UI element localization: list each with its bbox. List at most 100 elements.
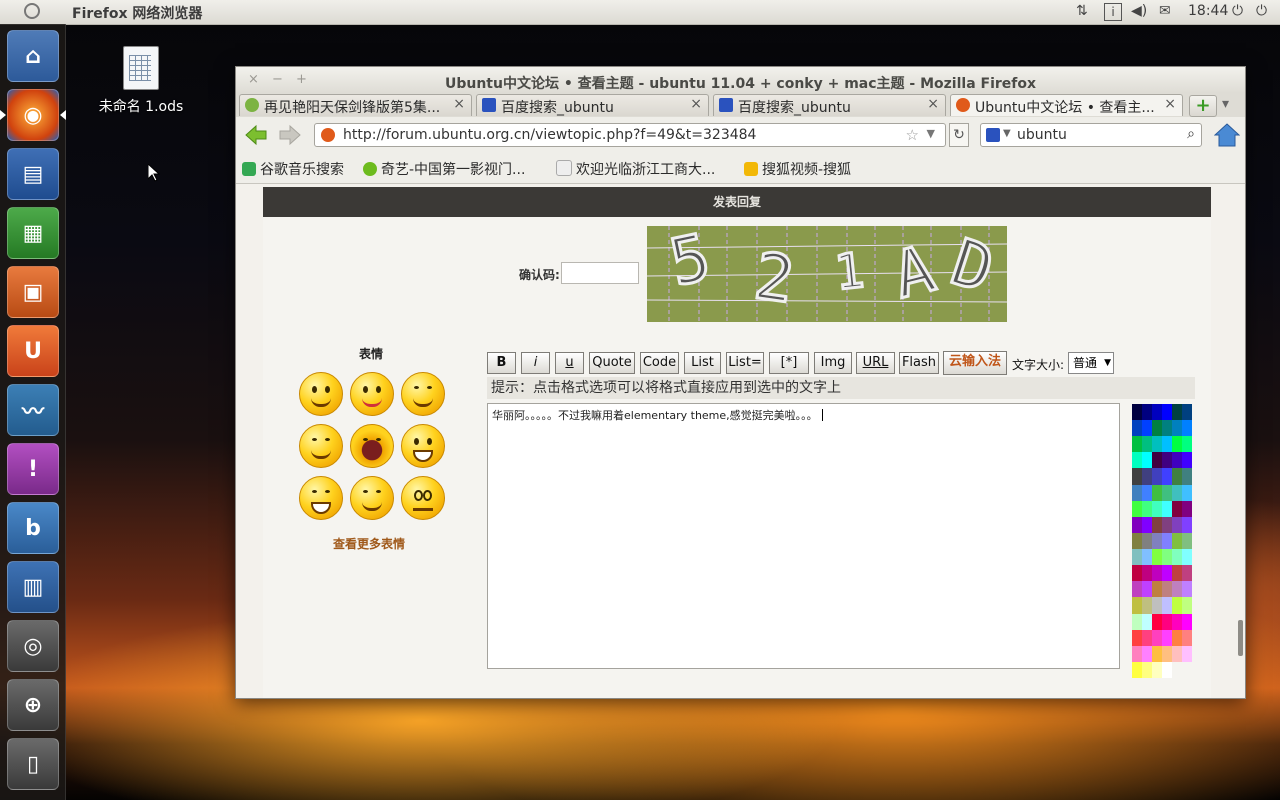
list-item-button[interactable]: [*] — [769, 352, 809, 374]
tab-close-icon[interactable]: × — [1164, 96, 1176, 112]
color-swatch[interactable] — [1162, 420, 1172, 437]
session-icon[interactable]: ⏻ — [1232, 3, 1243, 19]
font-size-select[interactable]: 普通 ▼ — [1068, 352, 1114, 374]
ubuntu-logo-icon[interactable] — [24, 3, 40, 19]
color-swatch[interactable] — [1152, 420, 1162, 437]
color-swatch[interactable] — [1152, 500, 1162, 517]
color-swatch[interactable] — [1162, 661, 1172, 678]
quote-button[interactable]: Quote — [589, 352, 635, 374]
tab-1[interactable]: 再见艳阳天保剑锋版第5集... × — [239, 94, 472, 116]
color-swatch[interactable] — [1182, 549, 1192, 566]
color-swatch[interactable] — [1132, 629, 1142, 646]
impress-icon[interactable]: ▣ — [7, 266, 59, 318]
color-swatch[interactable] — [1132, 532, 1142, 550]
color-swatch[interactable] — [1152, 645, 1162, 662]
color-swatch[interactable] — [1152, 661, 1162, 678]
captcha-input[interactable] — [561, 262, 639, 284]
color-swatch[interactable] — [1172, 420, 1182, 437]
color-swatch[interactable] — [1172, 484, 1182, 501]
bold-button[interactable]: B — [487, 352, 516, 374]
color-swatch[interactable] — [1132, 436, 1142, 453]
color-swatch[interactable] — [1162, 436, 1172, 453]
more-smileys-link[interactable]: 查看更多表情 — [333, 535, 405, 552]
smiley-laugh-icon[interactable] — [350, 424, 394, 468]
color-swatch[interactable] — [1182, 500, 1192, 517]
color-swatch[interactable] — [1152, 581, 1162, 598]
tab-close-icon[interactable]: × — [453, 96, 465, 112]
workspace-switcher-icon[interactable]: ▥ — [7, 561, 59, 613]
color-swatch[interactable] — [1172, 404, 1182, 421]
color-swatch[interactable] — [1152, 532, 1162, 550]
color-swatch[interactable] — [1172, 549, 1182, 566]
color-swatch[interactable] — [1152, 613, 1162, 630]
color-swatch[interactable] — [1172, 581, 1182, 598]
underline-button[interactable]: u — [555, 352, 584, 374]
bookmark-zjgsu[interactable]: 欢迎光临浙江工商大... — [556, 159, 715, 179]
color-swatch[interactable] — [1162, 484, 1172, 501]
forward-button[interactable] — [278, 123, 302, 147]
color-swatch[interactable] — [1142, 436, 1152, 453]
color-swatch[interactable] — [1182, 452, 1192, 469]
color-swatch[interactable] — [1142, 549, 1152, 566]
color-swatch[interactable] — [1132, 645, 1142, 662]
color-swatch[interactable] — [1182, 613, 1192, 630]
site-identity-icon[interactable] — [321, 128, 335, 142]
list-numbered-button[interactable]: List= — [726, 352, 764, 374]
color-swatch[interactable] — [1142, 613, 1152, 630]
color-swatch[interactable] — [1132, 516, 1142, 533]
color-swatch[interactable] — [1142, 500, 1152, 517]
clock[interactable]: 18:44 — [1188, 3, 1228, 19]
color-swatch[interactable] — [1132, 565, 1142, 582]
color-swatch[interactable] — [1142, 516, 1152, 533]
color-swatch[interactable] — [1182, 597, 1192, 614]
color-swatch[interactable] — [1152, 484, 1162, 501]
color-swatch[interactable] — [1162, 597, 1172, 614]
bookmark-star-icon[interactable]: ☆ — [906, 126, 919, 144]
color-swatch[interactable] — [1172, 613, 1182, 630]
color-swatch[interactable] — [1172, 597, 1182, 614]
color-swatch[interactable] — [1162, 516, 1172, 533]
color-swatch[interactable] — [1132, 452, 1142, 469]
smiley-grin-icon[interactable] — [299, 476, 343, 520]
color-swatch[interactable] — [1142, 581, 1152, 598]
color-swatch[interactable] — [1142, 661, 1152, 678]
color-swatch[interactable] — [1172, 452, 1182, 469]
color-swatch[interactable] — [1132, 613, 1142, 630]
color-swatch[interactable] — [1142, 468, 1152, 485]
color-swatch[interactable] — [1152, 436, 1162, 453]
info-icon[interactable]: i — [1104, 3, 1122, 21]
trash-icon[interactable]: ▯ — [7, 738, 59, 790]
color-swatch[interactable] — [1142, 645, 1152, 662]
color-swatch[interactable] — [1132, 549, 1142, 566]
color-swatch[interactable] — [1182, 404, 1192, 421]
color-palette[interactable] — [1132, 404, 1192, 678]
color-swatch[interactable] — [1162, 468, 1172, 485]
tab-2[interactable]: 百度搜索_ubuntu × — [476, 94, 709, 116]
color-swatch[interactable] — [1162, 532, 1172, 550]
search-icon[interactable]: ⌕ — [1187, 126, 1195, 142]
volume-icon[interactable]: ◀) — [1131, 3, 1147, 19]
files-lens-icon[interactable]: ⊕ — [7, 679, 59, 731]
scrollbar-thumb[interactable] — [1238, 620, 1243, 656]
reload-button[interactable]: ↻ — [949, 123, 969, 147]
color-swatch[interactable] — [1142, 452, 1152, 469]
calc-icon[interactable]: ▦ — [7, 207, 59, 259]
color-swatch[interactable] — [1142, 420, 1152, 437]
list-button[interactable]: List — [684, 352, 721, 374]
titlebar[interactable]: × − + Ubuntu中文论坛 • 查看主题 - ubuntu 11.04 +… — [236, 67, 1245, 93]
tab-3[interactable]: 百度搜索_ubuntu × — [713, 94, 946, 116]
color-swatch[interactable] — [1152, 516, 1162, 533]
italic-button[interactable]: i — [521, 352, 550, 374]
color-swatch[interactable] — [1172, 516, 1182, 533]
color-swatch[interactable] — [1152, 549, 1162, 566]
url-dropdown-icon[interactable]: ▼ — [927, 127, 935, 140]
color-swatch[interactable] — [1172, 468, 1182, 485]
network-icon[interactable]: ⇅ — [1076, 3, 1088, 19]
color-swatch[interactable] — [1182, 420, 1192, 437]
color-swatch[interactable] — [1152, 452, 1162, 469]
smiley-giggle-icon[interactable] — [299, 424, 343, 468]
color-swatch[interactable] — [1152, 597, 1162, 614]
firefox-icon[interactable]: ◉ — [7, 89, 59, 141]
color-swatch[interactable] — [1162, 452, 1172, 469]
color-swatch[interactable] — [1172, 532, 1182, 550]
